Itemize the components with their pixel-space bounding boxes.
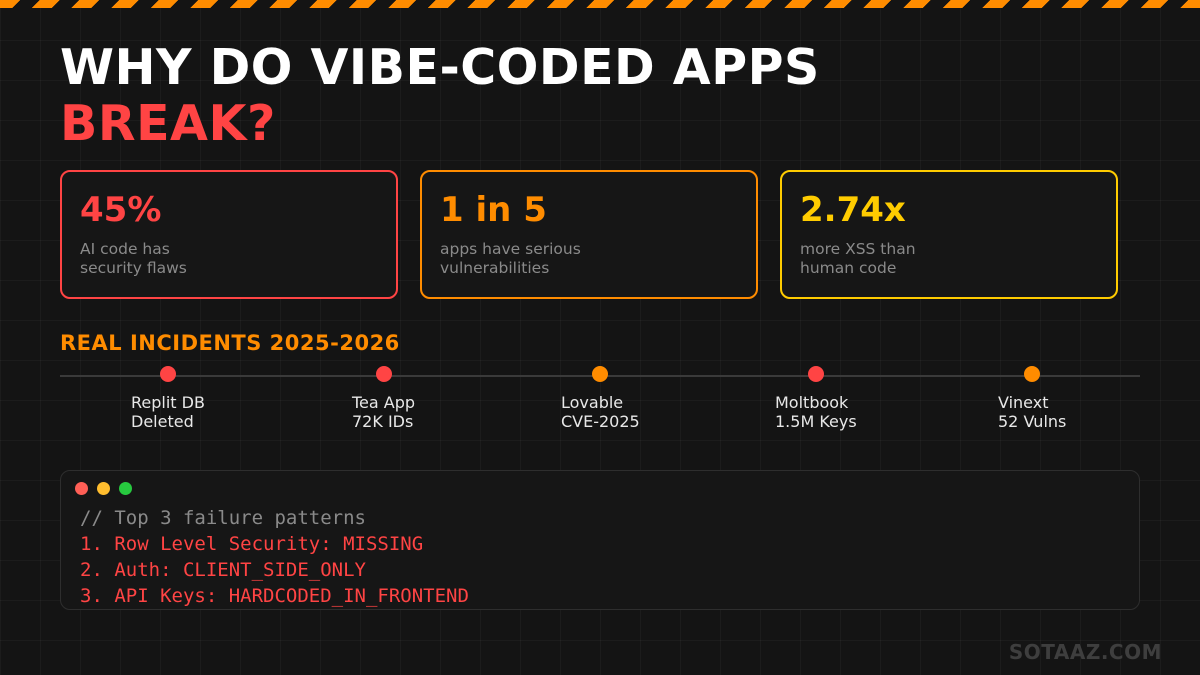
stat-value: 1 in 5 <box>440 190 547 230</box>
title-line-2: BREAK? <box>60 95 276 152</box>
timeline-label-line: CVE-2025 <box>561 412 640 431</box>
stat-card-apps: 1 in 5 apps have serious vulnerabilities <box>420 170 758 299</box>
timeline-dot <box>808 366 824 382</box>
timeline-label: Vinext 52 Vulns <box>998 393 1066 431</box>
stat-value: 45% <box>80 190 162 230</box>
timeline-label-line: Replit DB <box>131 393 205 412</box>
timeline-label-line: Lovable <box>561 393 624 412</box>
code-comment: // Top 3 failure patterns <box>80 507 366 529</box>
timeline-label: Moltbook 1.5M Keys <box>775 393 857 431</box>
stat-label: AI code has security flaws <box>80 240 230 278</box>
timeline-label-line: Deleted <box>131 412 194 431</box>
timeline-dot <box>376 366 392 382</box>
timeline-dot <box>1024 366 1040 382</box>
hazard-stripe <box>0 0 1200 8</box>
code-line: 1. Row Level Security: MISSING <box>80 533 424 555</box>
timeline-label: Lovable CVE-2025 <box>561 393 640 431</box>
timeline-dot <box>160 366 176 382</box>
timeline-label: Tea App 72K IDs <box>352 393 415 431</box>
timeline-label-line: Vinext <box>998 393 1049 412</box>
stat-label: more XSS than human code <box>800 240 950 278</box>
window-controls <box>75 480 136 499</box>
timeline-label: Replit DB Deleted <box>131 393 205 431</box>
code-block: // Top 3 failure patterns 1. Row Level S… <box>80 505 469 609</box>
page-title: WHY DO VIBE-CODED APPS BREAK? <box>60 40 820 152</box>
timeline-dot <box>592 366 608 382</box>
stat-card-xss: 2.74x more XSS than human code <box>780 170 1118 299</box>
stat-value: 2.74x <box>800 190 906 230</box>
stat-label: apps have serious vulnerabilities <box>440 240 590 278</box>
minimize-dot-icon <box>97 482 111 495</box>
stat-label-line: AI code has <box>80 240 170 258</box>
timeline-label-line: Tea App <box>352 393 416 412</box>
code-line: 3. API Keys: HARDCODED_IN_FRONTEND <box>80 585 469 607</box>
code-line: 2. Auth: CLIENT_SIDE_ONLY <box>80 559 366 581</box>
stat-card-ai-code: 45% AI code has security flaws <box>60 170 398 299</box>
timeline-label-line: 72K IDs <box>352 412 414 431</box>
incidents-heading: REAL INCIDENTS 2025-2026 <box>60 331 400 355</box>
title-line-1: WHY DO VIBE-CODED APPS <box>60 39 820 96</box>
stat-label-line: security flaws <box>80 259 187 277</box>
timeline-label-line: Moltbook <box>775 393 849 412</box>
timeline-label-line: 52 Vulns <box>998 412 1067 431</box>
stat-label-line: vulnerabilities <box>440 259 550 277</box>
close-dot-icon <box>75 482 88 495</box>
code-terminal: // Top 3 failure patterns 1. Row Level S… <box>60 470 1140 610</box>
stat-label-line: human code <box>800 259 897 277</box>
stat-label-line: more XSS than <box>800 240 916 258</box>
stat-label-line: apps have serious <box>440 240 581 258</box>
maximize-dot-icon <box>119 482 133 495</box>
timeline-label-line: 1.5M Keys <box>775 412 857 431</box>
brand-watermark: SOTAAZ.COM <box>1008 640 1162 664</box>
